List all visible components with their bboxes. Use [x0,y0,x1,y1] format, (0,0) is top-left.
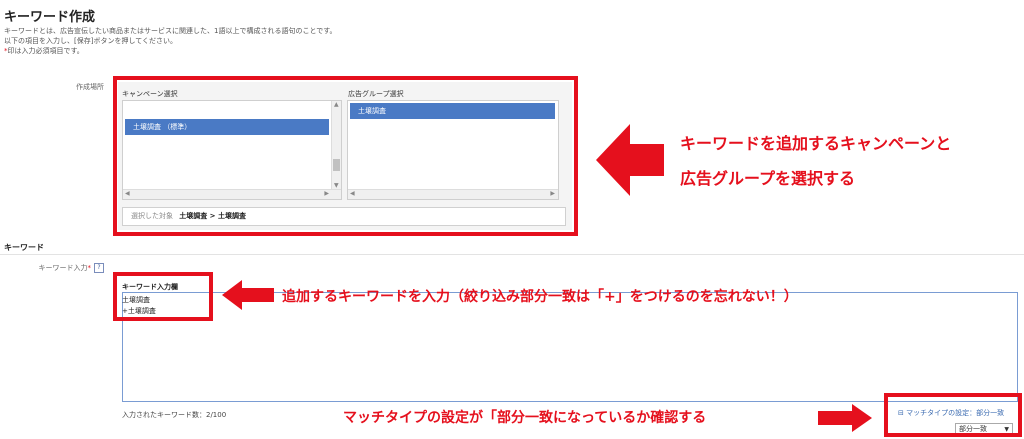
keyword-section-heading: キーワード [4,243,44,252]
highlight-box-match-type [884,393,1022,437]
required-mark: * [87,264,92,272]
annotation-arrow-left-icon [596,124,664,196]
annotation-location-line1: キーワードを追加するキャンペーンと [680,134,952,153]
annotation-match-type: マッチタイプの設定が「部分一致になっているか確認する [343,410,707,426]
required-note: *印は入力必須項目です。 [4,46,84,56]
section-divider [0,254,1024,255]
location-label: 作成場所 [76,83,104,91]
highlight-box-keywords [113,272,213,321]
annotation-arrow-left-icon [222,280,274,310]
page-title: キーワード作成 [4,10,96,25]
keyword-count: 入力されたキーワード数：2/100 [122,411,227,419]
annotation-arrow-right-icon [818,404,872,432]
keyword-input-label-text: キーワード入力 [38,264,88,272]
annotation-keyword-input: 追加するキーワードを入力（絞り込み部分一致は「+」をつけるのを忘れない！） [282,289,798,305]
help-icon[interactable]: ? [94,263,104,273]
keyword-input-label: キーワード入力*? [14,263,104,273]
annotation-location-line2: 広告グループを選択する [680,169,856,188]
page-description: キーワードとは、広告宣伝したい商品またはサービスに関連した、1語以上で構成される… [4,27,337,35]
highlight-box-location [113,76,578,236]
required-note-text: 印は入力必須項目です。 [7,47,84,55]
page-instruction: 以下の項目を入力し、[保存]ボタンを押してください。 [4,37,178,45]
